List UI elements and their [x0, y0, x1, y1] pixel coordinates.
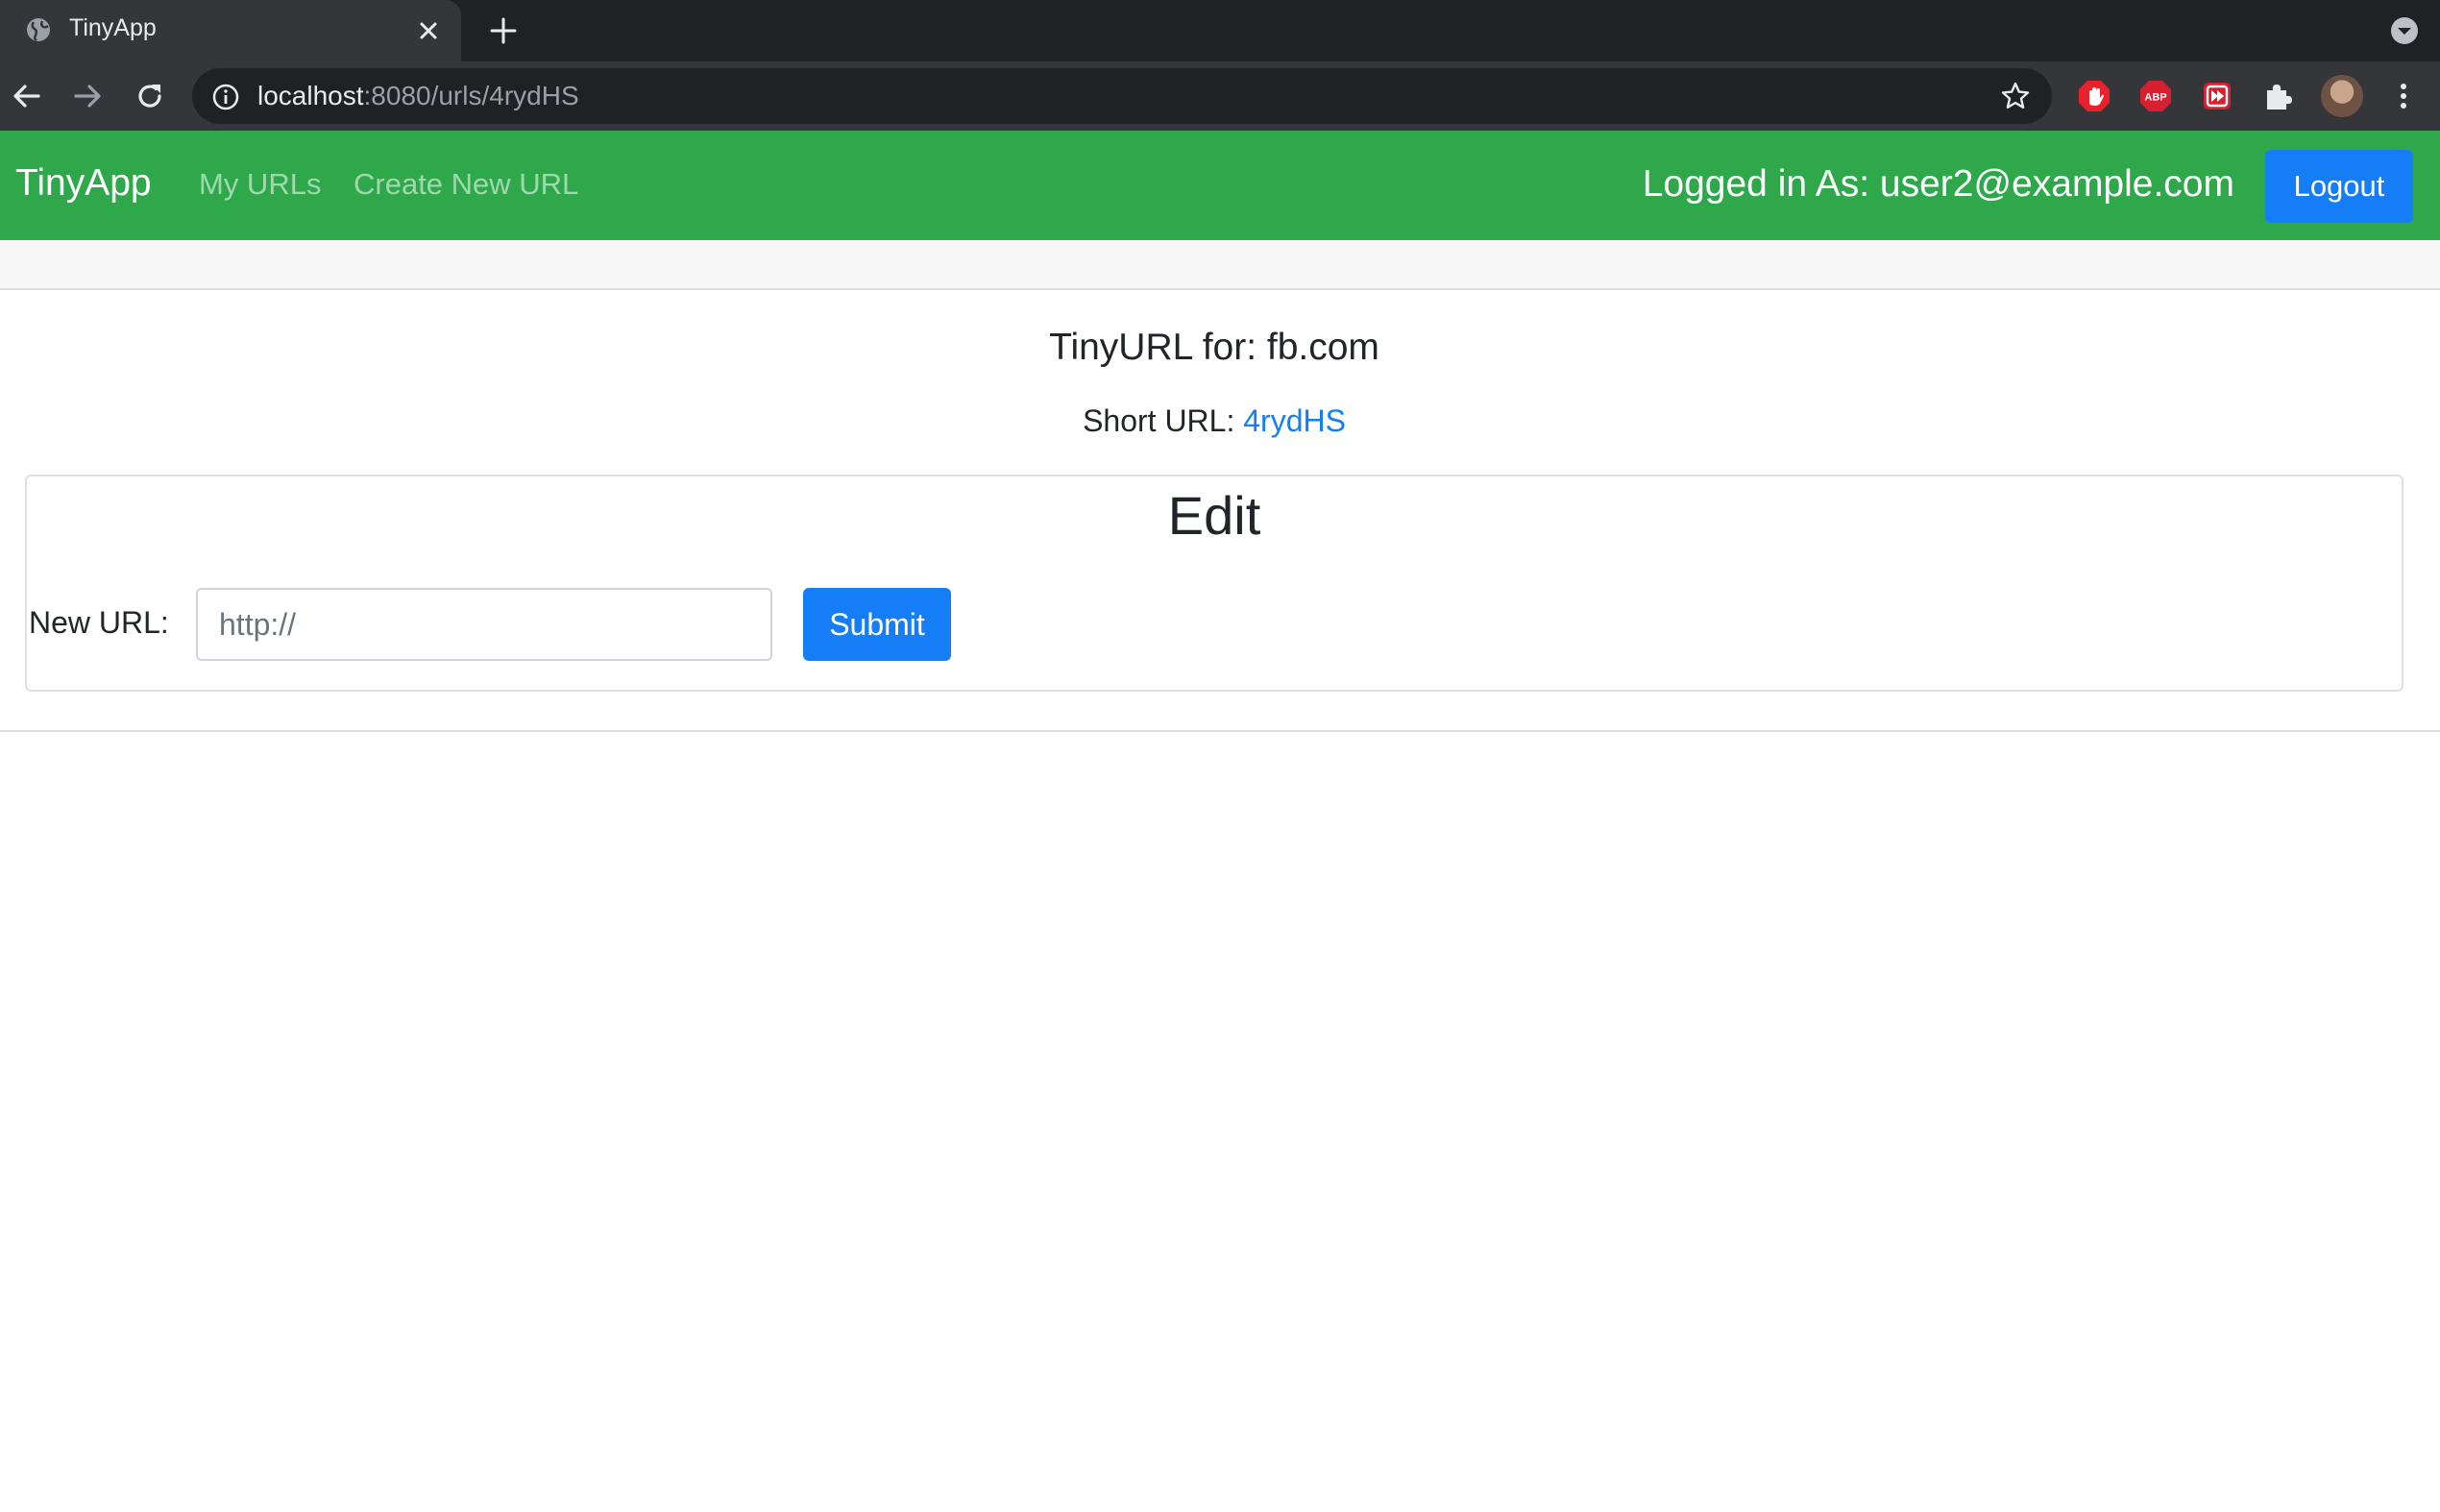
- edit-card-title: Edit: [1167, 485, 1261, 546]
- tab-search-icon[interactable]: [2387, 13, 2422, 48]
- reload-icon[interactable]: [133, 79, 167, 113]
- logged-in-status: Logged in As: user2@example.com: [1642, 163, 2234, 205]
- profile-avatar[interactable]: [2321, 75, 2363, 117]
- info-icon[interactable]: [211, 83, 240, 111]
- browser-tab-strip: TinyApp: [0, 0, 2440, 61]
- site-navbar: TinyApp My URLs Create New URL Logged in…: [0, 131, 2440, 240]
- url-path: :8080/urls/4rydHS: [363, 81, 579, 110]
- media-extension-icon[interactable]: [2200, 79, 2234, 113]
- submit-button[interactable]: Submit: [803, 588, 951, 661]
- browser-tab[interactable]: TinyApp: [0, 0, 461, 61]
- star-icon[interactable]: [2000, 81, 2031, 111]
- url-host: localhost: [257, 81, 364, 110]
- new-url-input[interactable]: [196, 588, 772, 661]
- back-arrow-icon[interactable]: [10, 79, 44, 113]
- plus-icon[interactable]: [488, 15, 519, 46]
- url-text[interactable]: localhost:8080/urls/4rydHS: [257, 81, 579, 111]
- globe-icon: [27, 18, 50, 42]
- tab-title: TinyApp: [69, 14, 157, 41]
- page-title: TinyURL for: fb.com: [1049, 327, 1379, 368]
- abp-icon[interactable]: ABP: [2138, 79, 2173, 113]
- close-icon[interactable]: [415, 17, 442, 44]
- address-bar[interactable]: localhost:8080/urls/4rydHS: [192, 68, 2052, 124]
- new-url-label: New URL:: [29, 605, 169, 640]
- page-subheader: [0, 240, 2440, 290]
- nav-link-my-urls[interactable]: My URLs: [199, 167, 321, 202]
- brand-link[interactable]: TinyApp: [15, 162, 152, 205]
- abp-icon-label: ABP: [2144, 92, 2166, 104]
- short-url-link[interactable]: 4rydHS: [1243, 403, 1346, 438]
- puzzle-extensions-icon[interactable]: [2261, 79, 2296, 113]
- short-url-line: Short URL: 4rydHS: [0, 403, 2428, 439]
- forward-arrow-icon[interactable]: [70, 79, 105, 113]
- logout-button[interactable]: Logout: [2265, 150, 2413, 223]
- kebab-menu-icon[interactable]: [2386, 79, 2421, 113]
- adblock-hand-icon[interactable]: [2077, 79, 2111, 113]
- browser-toolbar: localhost:8080/urls/4rydHS ABP: [0, 61, 2440, 131]
- short-url-label: Short URL:: [1083, 403, 1235, 438]
- edit-card: Edit New URL: Submit: [25, 475, 2403, 692]
- footer-divider: [0, 730, 2440, 732]
- nav-link-create-new-url[interactable]: Create New URL: [354, 167, 578, 202]
